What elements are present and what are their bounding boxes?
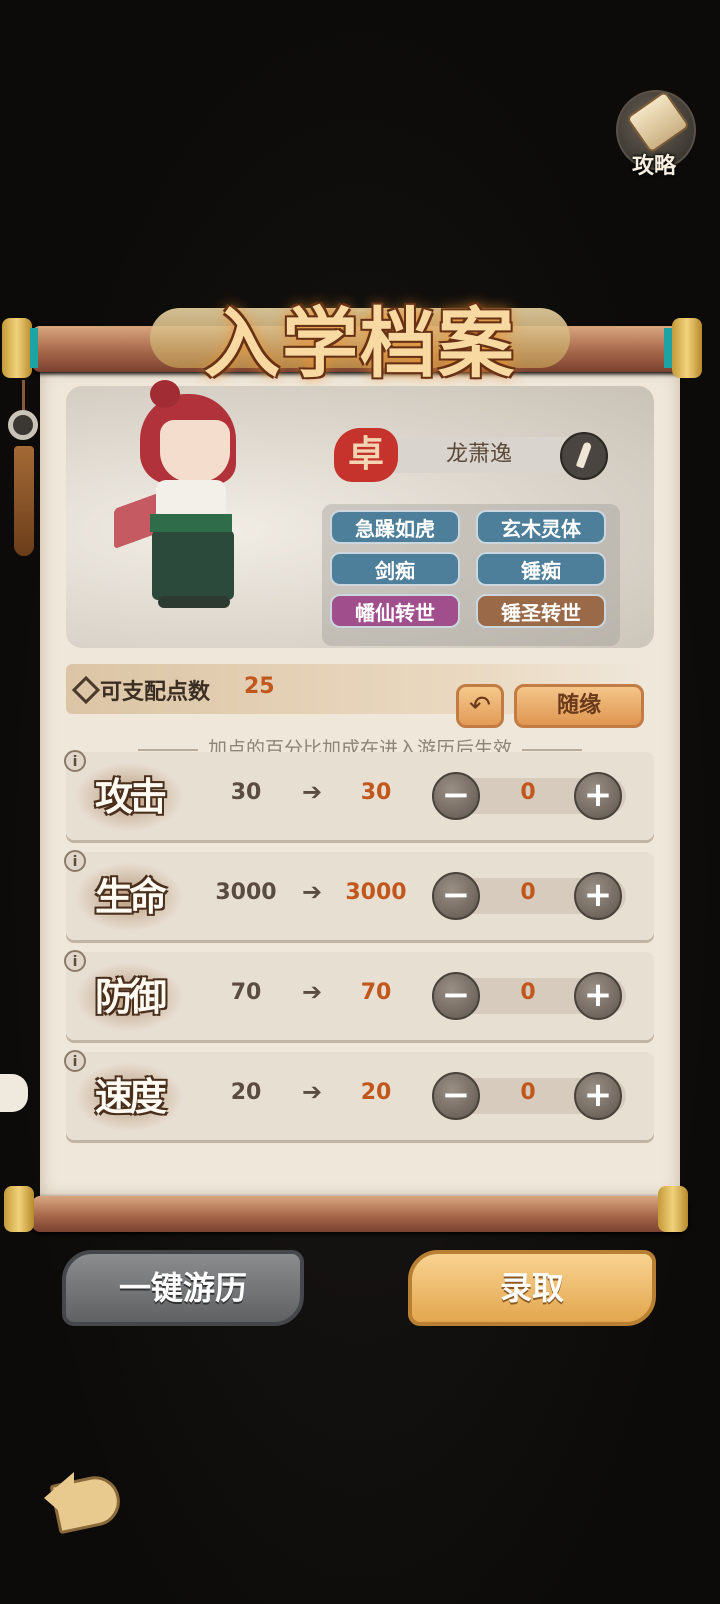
rod-cap-bottom-left [4,1186,34,1232]
stat-row-health: i 生命 3000 ➔ 3000 − 0 + [64,850,654,940]
trait-tag[interactable]: 急躁如虎 [330,510,460,544]
title-banner: 入学档案 [150,282,570,388]
tassel-ornament [6,380,42,560]
rod-cap-left [2,318,32,378]
rename-brush-icon[interactable] [560,432,608,480]
increase-button[interactable]: + [574,772,622,820]
undo-icon: ↶ [469,691,491,721]
stat-added-points: 0 [520,880,536,905]
increase-button[interactable]: + [574,972,622,1020]
guide-button[interactable]: 攻略 [612,90,696,180]
trait-tag[interactable]: 锤圣转世 [476,594,606,628]
admit-button[interactable]: 录取 [408,1250,656,1326]
points-value: 25 [244,674,275,699]
trait-tag[interactable]: 剑痴 [330,552,460,586]
stat-row-attack: i 攻击 30 ➔ 30 − 0 + [64,750,654,840]
scroll-bottom-rod [32,1196,688,1232]
stat-new-value: 70 [360,980,392,1005]
trait-tag[interactable]: 幡仙转世 [330,594,460,628]
stat-base-value: 30 [230,780,262,805]
stat-label: 速度 [74,1062,184,1132]
stat-row-defense: i 防御 70 ➔ 70 − 0 + [64,950,654,1040]
rod-cap-bottom-right [658,1186,688,1232]
name-bar: 卓 龙萧逸 [334,428,608,482]
reset-points-button[interactable]: ↶ [456,684,504,728]
stat-new-value: 30 [360,780,392,805]
stat-base-value: 20 [230,1080,262,1105]
side-handle[interactable] [0,1074,28,1112]
stat-added-points: 0 [520,1080,536,1105]
increase-button[interactable]: + [574,872,622,920]
decrease-button[interactable]: − [432,772,480,820]
rod-band-right [664,328,672,368]
stat-new-value: 3000 [345,880,407,905]
character-name: 龙萧逸 [445,442,512,467]
trait-tag[interactable]: 锤痴 [476,552,606,586]
trait-tag[interactable]: 玄木灵体 [476,510,606,544]
rod-band-left [30,328,38,368]
guide-label: 攻略 [631,154,676,179]
stat-row-speed: i 速度 20 ➔ 20 − 0 + [64,1050,654,1140]
character-portrait [110,380,270,630]
stat-added-points: 0 [520,980,536,1005]
decrease-button[interactable]: − [432,872,480,920]
points-label: 可支配点数 [100,680,211,705]
one-click-tour-button[interactable]: 一键游历 [62,1250,304,1326]
decrease-button[interactable]: − [432,1072,480,1120]
stat-label: 防御 [74,962,184,1032]
traits-panel: 急躁如虎 玄木灵体 剑痴 锤痴 幡仙转世 锤圣转世 [322,504,620,646]
stat-label: 攻击 [74,762,184,832]
page-title: 入学档案 [204,299,516,388]
increase-button[interactable]: + [574,1072,622,1120]
stat-label: 生命 [74,862,184,932]
stat-added-points: 0 [520,780,536,805]
diamond-icon [71,675,101,705]
random-allocate-button[interactable]: 随缘 [514,684,644,728]
decrease-button[interactable]: − [432,972,480,1020]
surname-seal: 卓 [334,428,398,482]
stat-base-value: 3000 [215,880,277,905]
rod-cap-right [672,318,702,378]
back-button[interactable] [44,1468,128,1544]
stat-new-value: 20 [360,1080,392,1105]
stat-base-value: 70 [230,980,262,1005]
